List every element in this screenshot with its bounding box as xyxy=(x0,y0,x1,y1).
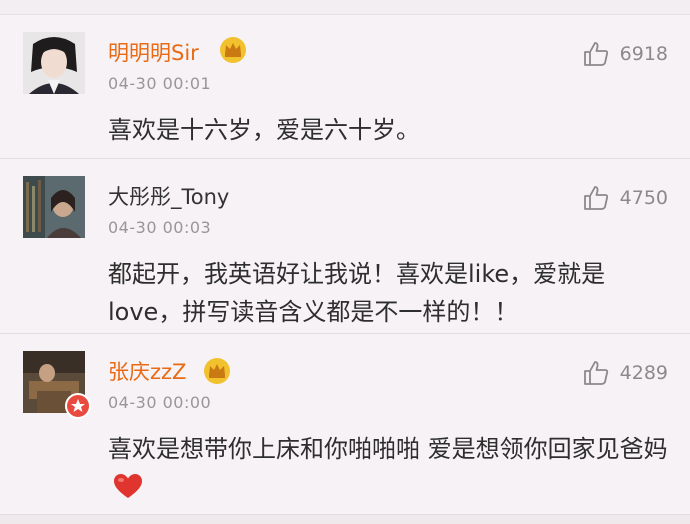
username[interactable]: 明明明Sir xyxy=(108,37,199,67)
like-button[interactable]: 4750 xyxy=(582,183,668,213)
crown-icon xyxy=(218,35,248,65)
thumb-up-icon xyxy=(583,42,608,66)
comment-item[interactable]: 张庆zzZ 04-30 00:00 4289 喜欢是想带你上床和你啪啪啪 爱是想… xyxy=(0,334,690,515)
like-button[interactable]: 4289 xyxy=(582,358,668,388)
heart-emoji-icon xyxy=(114,474,142,498)
like-count: 4750 xyxy=(619,187,668,209)
username[interactable]: 大彤彤_Tony xyxy=(108,181,229,211)
comment-text: 喜欢是想带你上床和你啪啪啪 爱是想领你回家见爸妈 xyxy=(108,435,668,463)
timestamp: 04-30 00:00 xyxy=(108,393,212,412)
like-count: 4289 xyxy=(619,362,668,384)
verified-badge-icon xyxy=(65,393,91,419)
thumb-up-icon xyxy=(583,186,608,210)
comment-item[interactable]: 明明明Sir 04-30 00:01 6918 喜欢是十六岁，爱是六十岁。 xyxy=(0,15,690,159)
comment-item[interactable]: 大彤彤_Tony 04-30 00:03 4750 都起开，我英语好让我说！喜欢… xyxy=(0,159,690,334)
divider xyxy=(0,0,690,15)
like-button[interactable]: 6918 xyxy=(582,39,668,69)
comment-feed: 明明明Sir 04-30 00:01 6918 喜欢是十六岁，爱是六十岁。 大彤… xyxy=(0,0,690,524)
divider xyxy=(0,515,690,524)
timestamp: 04-30 00:03 xyxy=(108,218,212,237)
thumb-up-icon xyxy=(583,361,608,385)
comment-text: 喜欢是十六岁，爱是六十岁。 xyxy=(108,116,420,144)
comment-text: 都起开，我英语好让我说！喜欢是like，爱就是love，拼写读音含义都是不一样的… xyxy=(108,260,606,326)
timestamp: 04-30 00:01 xyxy=(108,74,212,93)
avatar[interactable] xyxy=(23,32,85,94)
crown-icon xyxy=(202,356,232,386)
username[interactable]: 张庆zzZ xyxy=(108,356,186,386)
comment-text-block: 喜欢是想带你上床和你啪啪啪 爱是想领你回家见爸妈 xyxy=(108,430,673,506)
avatar[interactable] xyxy=(23,176,85,238)
like-count: 6918 xyxy=(619,43,668,65)
avatar[interactable] xyxy=(23,351,91,419)
